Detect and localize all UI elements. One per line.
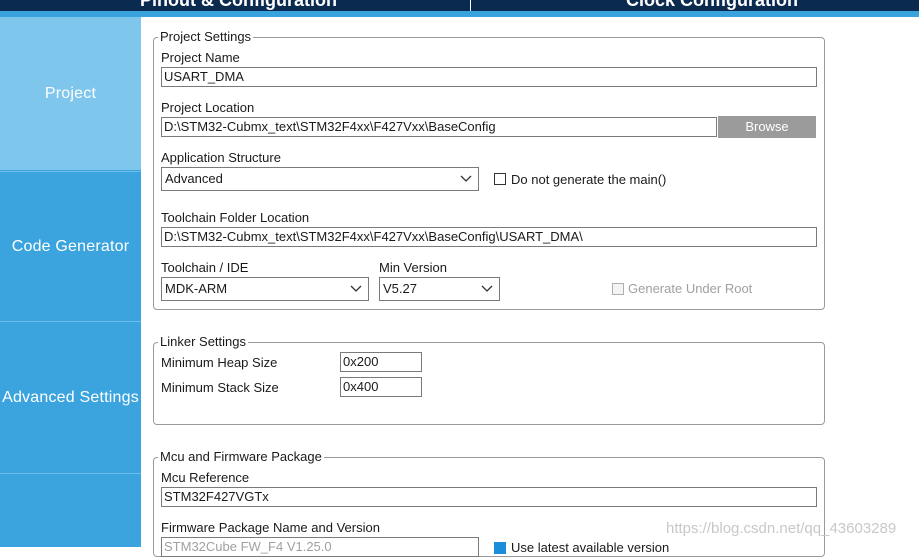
sidebar-item-project[interactable]: Project: [0, 17, 141, 170]
sidebar-item-label: Project: [44, 84, 97, 102]
mcu-firmware-package-title: Mcu and Firmware Package: [158, 449, 324, 465]
minimum-heap-size-input[interactable]: 0x200: [340, 352, 422, 372]
toolchain-folder-label: Toolchain Folder Location: [161, 210, 310, 225]
browse-button[interactable]: Browse: [718, 116, 816, 138]
minimum-stack-size-input[interactable]: 0x400: [340, 377, 422, 397]
toolchain-ide-select[interactable]: MDK-ARM: [161, 277, 369, 301]
do-not-generate-main-checkbox[interactable]: [494, 173, 506, 185]
linker-settings-title: Linker Settings: [158, 334, 248, 350]
min-version-value: V5.27: [383, 281, 417, 296]
min-version-select[interactable]: V5.27: [379, 277, 500, 301]
project-name-label: Project Name: [161, 50, 240, 65]
application-structure-select[interactable]: Advanced: [161, 167, 479, 191]
min-version-label: Min Version: [379, 260, 447, 275]
sidebar: Project Code Generator Advanced Settings: [0, 17, 141, 547]
top-tab-bar: Pinout & Configuration Clock Configurati…: [0, 0, 919, 11]
mcu-reference-input[interactable]: STM32F427VGTx: [161, 487, 817, 507]
chevron-down-icon: [350, 285, 362, 292]
project-location-label: Project Location: [161, 100, 255, 115]
generate-under-root-checkbox[interactable]: [612, 283, 624, 295]
watermark-text: https://blog.csdn.net/qq_43603289: [666, 520, 897, 537]
tab-pinout-configuration[interactable]: Pinout & Configuration: [140, 0, 337, 11]
mcu-reference-label: Mcu Reference: [161, 470, 250, 485]
sidebar-item-advanced-settings[interactable]: Advanced Settings: [0, 321, 141, 474]
chevron-down-icon: [481, 285, 493, 292]
sidebar-item-label: Advanced Settings: [2, 389, 139, 406]
firmware-package-input[interactable]: STM32Cube FW_F4 V1.25.0: [161, 537, 479, 557]
chevron-down-icon: [460, 175, 472, 182]
generate-under-root-label: Generate Under Root: [628, 281, 753, 296]
use-latest-version-label: Use latest available version: [511, 540, 670, 555]
application-structure-label: Application Structure: [161, 150, 281, 165]
application-structure-value: Advanced: [165, 171, 223, 186]
sidebar-item-extra[interactable]: [0, 473, 141, 548]
tab-clock-configuration[interactable]: Clock Configuration: [626, 0, 798, 11]
project-location-input[interactable]: D:\STM32-Cubmx_text\STM32F4xx\F427Vxx\Ba…: [161, 117, 717, 137]
sidebar-item-code-generator[interactable]: Code Generator: [0, 171, 141, 322]
project-settings-title: Project Settings: [158, 29, 254, 45]
firmware-package-label: Firmware Package Name and Version: [161, 520, 380, 535]
use-latest-version-checkbox[interactable]: [494, 542, 506, 554]
minimum-stack-size-label: Minimum Stack Size: [161, 380, 279, 395]
tab-separator: [470, 0, 471, 11]
do-not-generate-main-label: Do not generate the main(): [511, 172, 667, 187]
toolchain-ide-label: Toolchain / IDE: [161, 260, 249, 275]
toolchain-ide-value: MDK-ARM: [165, 281, 228, 296]
minimum-heap-size-label: Minimum Heap Size: [161, 355, 278, 370]
project-name-input[interactable]: USART_DMA: [161, 67, 817, 87]
toolchain-folder-input[interactable]: D:\STM32-Cubmx_text\STM32F4xx\F427Vxx\Ba…: [161, 227, 817, 247]
sidebar-item-label: Code Generator: [11, 238, 130, 255]
